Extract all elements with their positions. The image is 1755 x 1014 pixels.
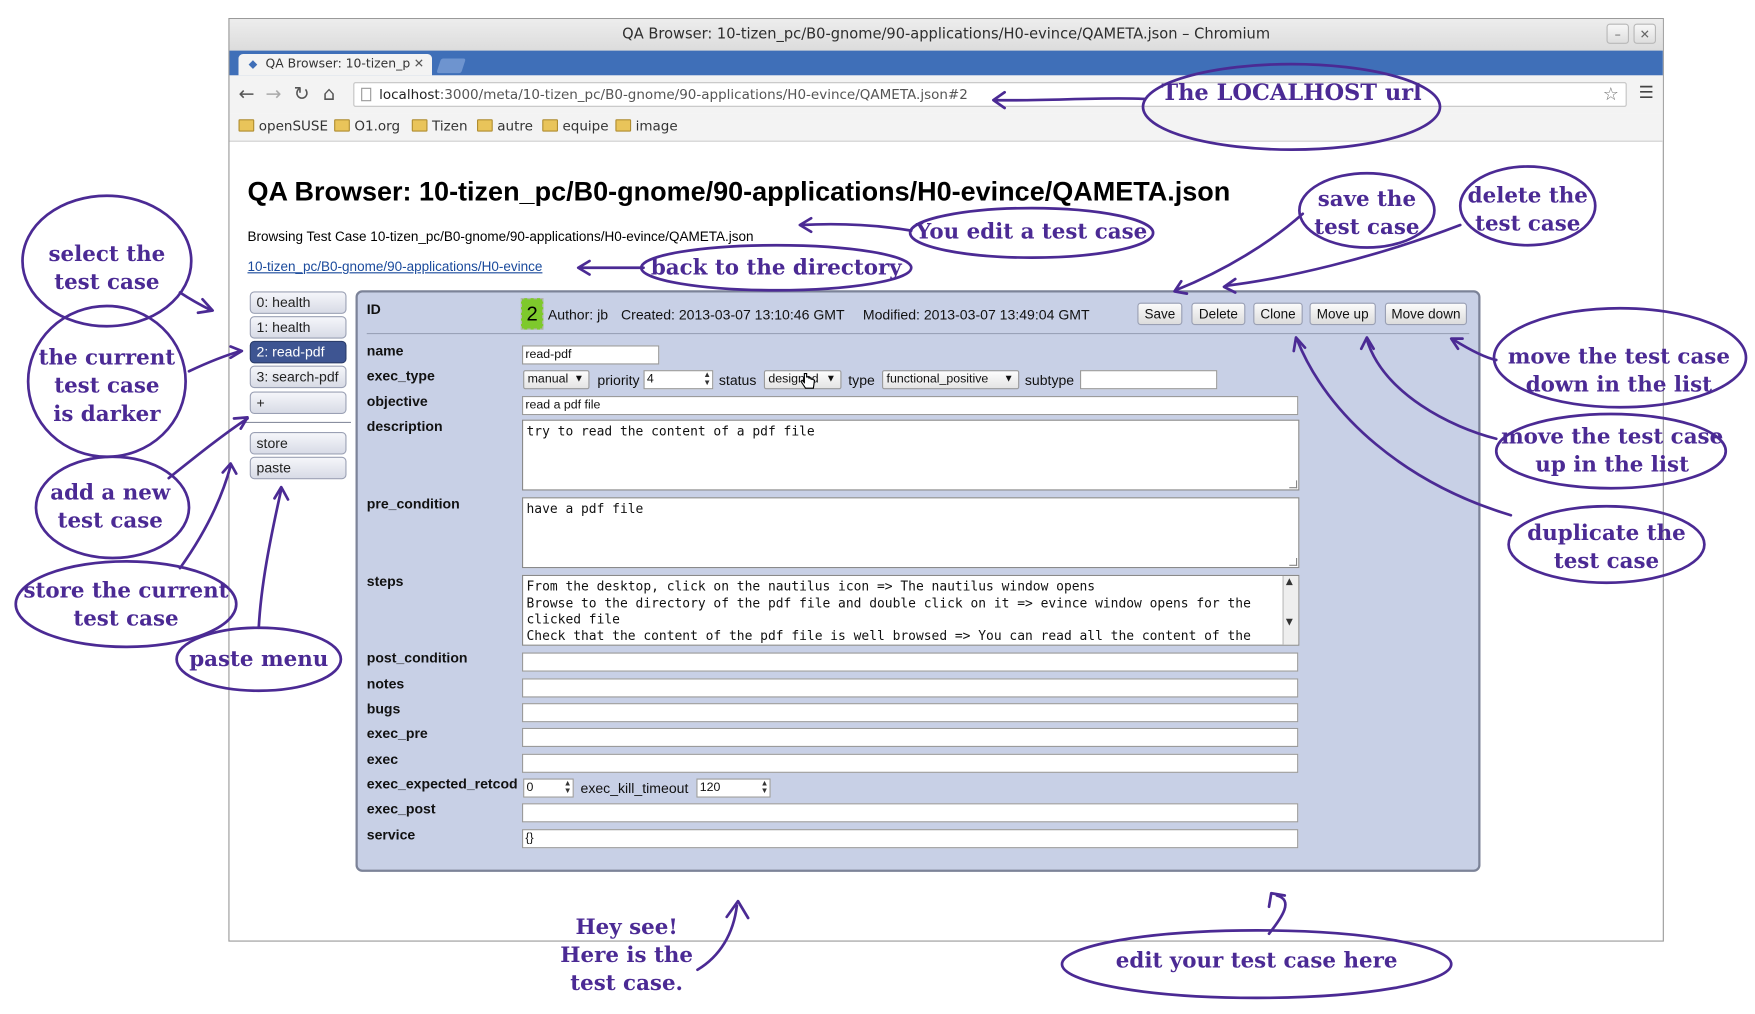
annotation-store: store the current test case: [23, 578, 229, 632]
annotation-save: save the test case: [1314, 186, 1420, 240]
annotation-localhost: The LOCALHOST url: [1161, 78, 1422, 106]
annotation-ink-layer: [14, 62, 1748, 1000]
arrow-save: [1174, 212, 1305, 292]
bubble-localhost: [1141, 62, 1442, 151]
annotation-paste: paste menu: [189, 646, 329, 672]
annotation-back: back to the directory: [650, 255, 902, 281]
arrow-edit: [799, 222, 913, 232]
annotation-darker: the current test case is darker: [38, 345, 176, 427]
arrow-paste: [257, 488, 283, 630]
arrow-edit-here: [1267, 894, 1287, 936]
annotation-edit: You edit a test case: [915, 219, 1148, 245]
annotation-select: select the test case: [48, 241, 166, 295]
annotation-edit-here: edit your test case here: [1115, 948, 1398, 974]
arrow-hey: [696, 904, 739, 972]
annotation-duplicate: duplicate the test case: [1527, 520, 1686, 574]
annotation-delete: delete the test case: [1467, 183, 1588, 237]
annotation-move-up: move the test case up in the list: [1501, 424, 1724, 477]
annotation-add: add a new test case: [50, 480, 171, 534]
arrow-darker: [187, 349, 243, 373]
arrow-move-down: [1452, 338, 1498, 362]
arrow-localhost: [994, 97, 1147, 102]
arrow-duplicate: [1295, 338, 1513, 517]
arrow-move-up: [1365, 338, 1498, 441]
annotation-hey-see: Hey see! Here is the test case.: [560, 914, 693, 996]
annotation-move-down: move the test case down in the list: [1507, 344, 1730, 398]
